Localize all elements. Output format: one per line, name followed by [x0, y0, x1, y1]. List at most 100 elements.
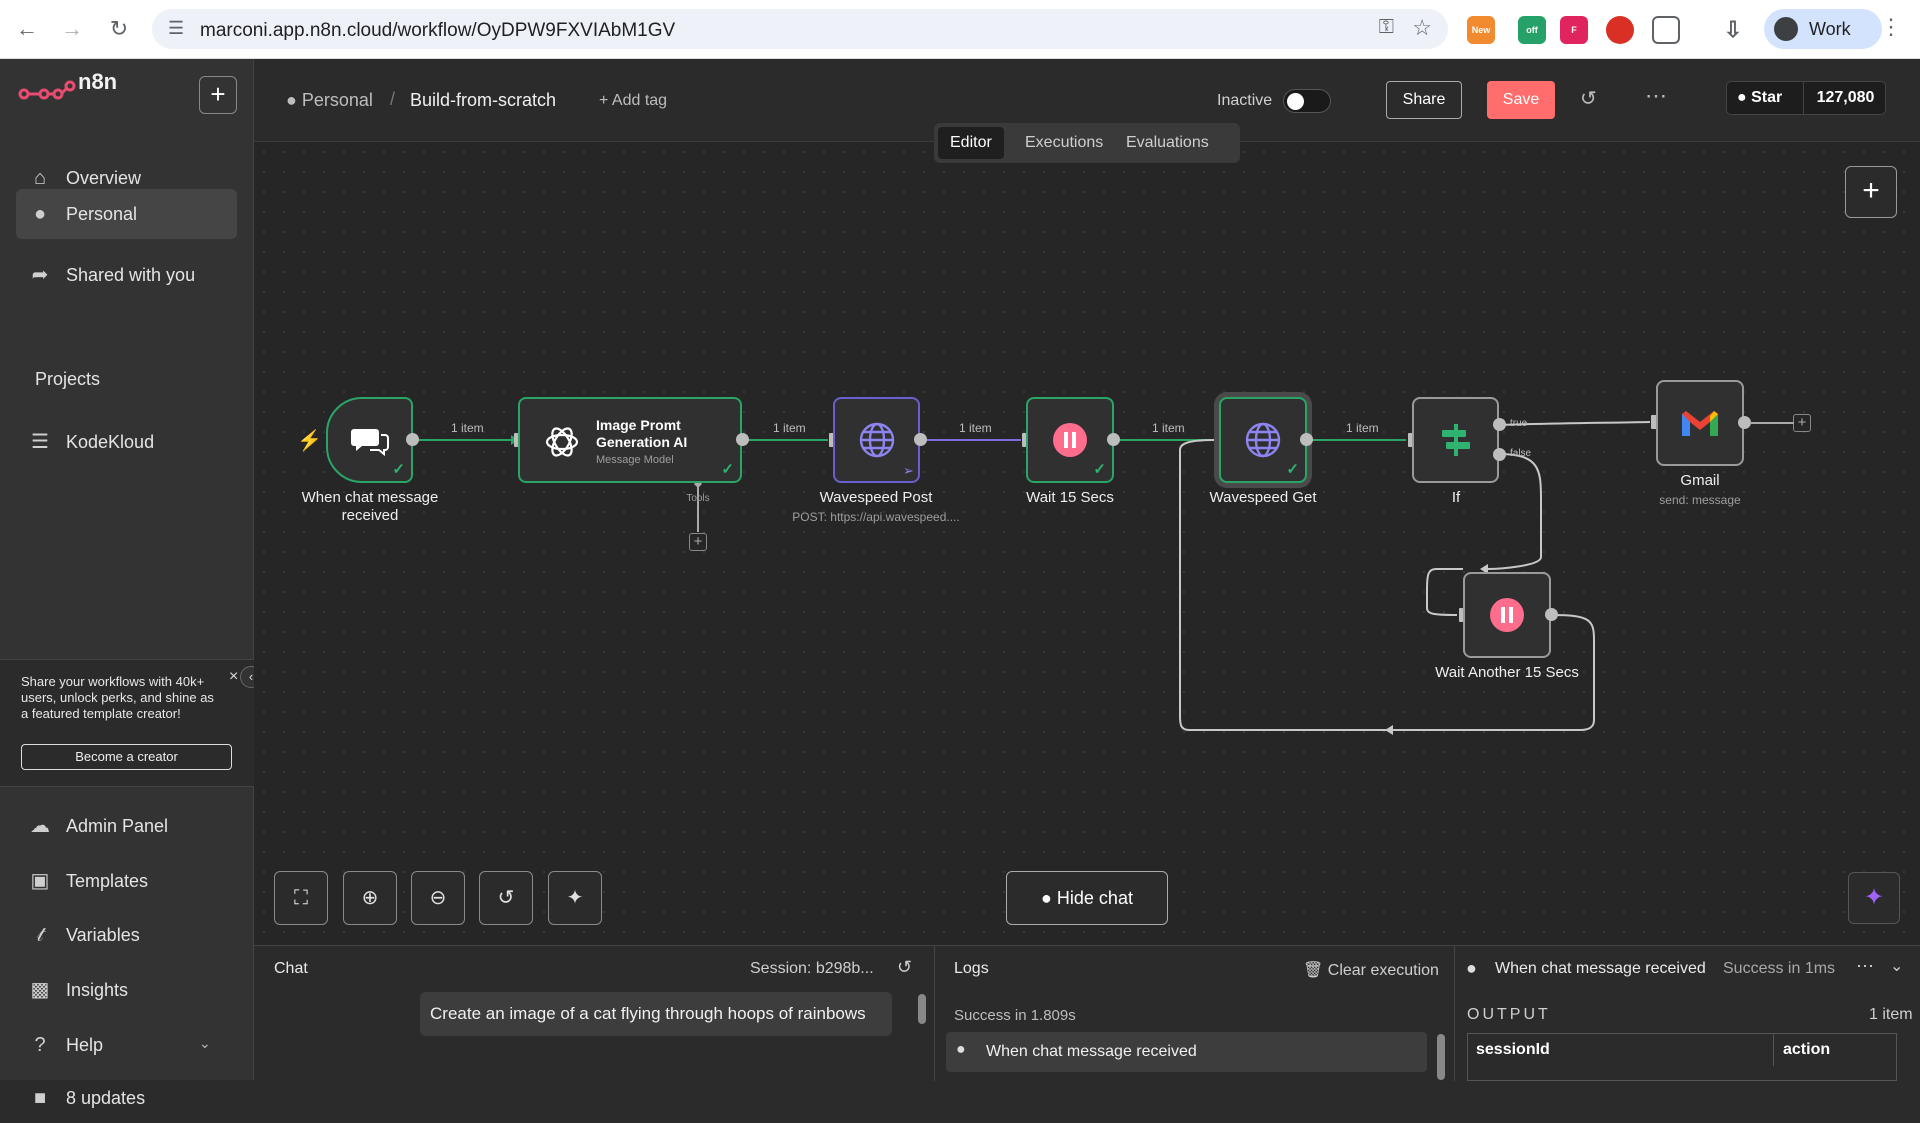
sidebar-item-variables[interactable]: 𝓉 Variables [16, 910, 237, 960]
output-port[interactable] [914, 433, 927, 446]
node-wavespeed-post[interactable]: ➢ [833, 397, 920, 483]
false-branch-label: false [1510, 448, 1532, 459]
output-port[interactable] [406, 433, 419, 446]
hide-chat-button[interactable]: ● Hide chat [1006, 871, 1168, 925]
output-port[interactable] [1107, 433, 1120, 446]
address-bar[interactable]: ☰ marconi.app.n8n.cloud/workflow/OyDPW9F… [152, 9, 1448, 49]
node-label: When chat message received [301, 489, 439, 524]
back-icon[interactable]: ← [12, 14, 42, 44]
site-settings-icon[interactable]: ☰ [168, 18, 184, 39]
active-toggle[interactable] [1283, 89, 1331, 113]
node-label: If [1451, 489, 1461, 506]
chat-scrollbar[interactable] [918, 994, 926, 1024]
reset-session-icon[interactable]: ↺ [897, 957, 912, 978]
user-icon: ● [33, 203, 47, 225]
browser-menu-icon[interactable]: ⋮ [1880, 14, 1902, 40]
node-wavespeed-get[interactable]: ✓ [1219, 397, 1307, 483]
workflow-name[interactable]: Build-from-scratch [410, 90, 556, 111]
bottom-panel: Chat Session: b298b... ↺ Create an image… [254, 945, 1920, 1081]
add-tool-button[interactable]: + [689, 533, 707, 551]
output-port[interactable] [1300, 433, 1313, 446]
more-options-icon[interactable]: ⋯ [1856, 956, 1874, 977]
node-subtitle: Message Model [596, 454, 674, 466]
breadcrumb-project: Personal [301, 90, 373, 110]
zoom-out-icon[interactable]: ⊖ [411, 871, 465, 925]
sidebar-item-label: Templates [66, 871, 149, 891]
node-if[interactable] [1412, 397, 1499, 483]
sidebar-item-insights[interactable]: ▩ Insights [16, 965, 237, 1015]
sidebar-item-templates[interactable]: ▣ Templates [16, 856, 237, 906]
reset-zoom-icon[interactable]: ↺ [479, 871, 533, 925]
forward-icon[interactable]: → [57, 14, 87, 44]
avatar [1774, 17, 1798, 41]
pane-divider[interactable] [934, 946, 935, 1081]
node-wait-another-15[interactable] [1463, 572, 1551, 658]
sidebar-item-shared[interactable]: ➦ Shared with you [16, 250, 237, 300]
sidebar-item-kodekloud[interactable]: ☰ KodeKloud [16, 417, 237, 467]
chat-icon [350, 429, 389, 457]
chevron-down-icon[interactable]: ⌄ [1890, 956, 1903, 976]
true-branch-label: true [1510, 418, 1528, 429]
node-wait-15[interactable]: ✓ [1026, 397, 1114, 483]
false-output-port[interactable] [1493, 448, 1506, 461]
more-options-icon[interactable]: ⋯ [1645, 83, 1668, 109]
output-port[interactable] [1545, 608, 1558, 621]
sidebar-item-help[interactable]: ? Help ⌄ [16, 1020, 237, 1070]
projects-header: Projects [35, 369, 101, 389]
tab-editor[interactable]: Editor [938, 127, 1004, 159]
log-entry[interactable]: ● When chat message received [946, 1032, 1427, 1072]
tab-executions[interactable]: Executions [1013, 127, 1115, 159]
extensions-puzzle-icon[interactable] [1652, 16, 1680, 44]
output-port[interactable] [736, 433, 749, 446]
breadcrumb[interactable]: ● Personal [286, 90, 373, 111]
node-image-prompt-ai[interactable]: Image Promt Generation AI Message Model … [518, 397, 742, 483]
history-icon[interactable]: ↺ [1580, 86, 1597, 111]
save-button[interactable]: Save [1487, 81, 1555, 119]
extension-new-icon[interactable]: New [1467, 16, 1495, 44]
help-icon: ? [34, 1034, 46, 1056]
node-subtitle: send: message [1659, 493, 1741, 507]
sidebar-item-personal[interactable]: ● Personal [16, 189, 237, 239]
chat-icon: ● [1466, 958, 1477, 978]
ai-assistant-sparkle-icon[interactable]: ✦ [1848, 872, 1900, 924]
creator-promo: Share your workflows with 40k+ users, un… [0, 659, 262, 787]
true-output-port[interactable] [1493, 418, 1506, 431]
sidebar-item-updates[interactable]: ■ 8 updates [16, 1073, 237, 1123]
password-key-icon[interactable]: ⚿ [1379, 16, 1394, 39]
become-creator-button[interactable]: Become a creator [21, 744, 232, 770]
workflow-canvas[interactable] [254, 142, 1920, 945]
reload-icon[interactable]: ↻ [104, 14, 134, 44]
add-next-node-button[interactable]: + [1793, 414, 1811, 432]
pane-divider[interactable] [1454, 946, 1455, 1081]
extension-off-icon[interactable]: off [1518, 16, 1546, 44]
tidy-up-icon[interactable]: ✦ [548, 871, 602, 925]
clear-execution-button[interactable]: 🗑 Clear execution [1303, 960, 1439, 980]
download-icon[interactable]: ⇩ [1719, 16, 1747, 44]
extension-pokeball-icon[interactable] [1606, 16, 1634, 44]
create-button[interactable]: + [199, 76, 237, 114]
tab-evaluations[interactable]: Evaluations [1114, 127, 1221, 159]
node-chat-trigger[interactable]: ✓ [326, 397, 413, 483]
profile-button[interactable]: Work [1764, 9, 1882, 49]
edge-item-count: 1 item [773, 421, 806, 435]
profile-label: Work [1809, 19, 1851, 39]
github-star-button[interactable]: ● Star 127,080 [1726, 81, 1886, 115]
logs-scrollbar[interactable] [1437, 1034, 1445, 1080]
fit-view-icon[interactable]: ⛶ [274, 871, 328, 925]
edge-item-count: 1 item [451, 421, 484, 435]
close-icon[interactable]: × [229, 668, 238, 686]
share-button[interactable]: Share [1386, 81, 1462, 119]
pending-connection-line [1750, 422, 1794, 424]
sidebar-item-admin-panel[interactable]: ☁ Admin Panel [16, 801, 237, 851]
add-node-button[interactable]: + [1845, 166, 1897, 218]
sidebar-item-label: 8 updates [66, 1088, 146, 1108]
zoom-in-icon[interactable]: ⊕ [343, 871, 397, 925]
extension-f-icon[interactable]: F [1560, 16, 1588, 44]
logs-status: Success in 1.809s [954, 1007, 1076, 1024]
cloud-icon: ☁ [30, 815, 50, 837]
add-tag-button[interactable]: + Add tag [599, 92, 667, 110]
node-gmail[interactable] [1656, 380, 1744, 466]
bookmark-star-icon[interactable]: ☆ [1412, 15, 1432, 41]
node-label: Wavespeed Post [819, 489, 933, 506]
github-star-count: 127,080 [1803, 82, 1887, 114]
